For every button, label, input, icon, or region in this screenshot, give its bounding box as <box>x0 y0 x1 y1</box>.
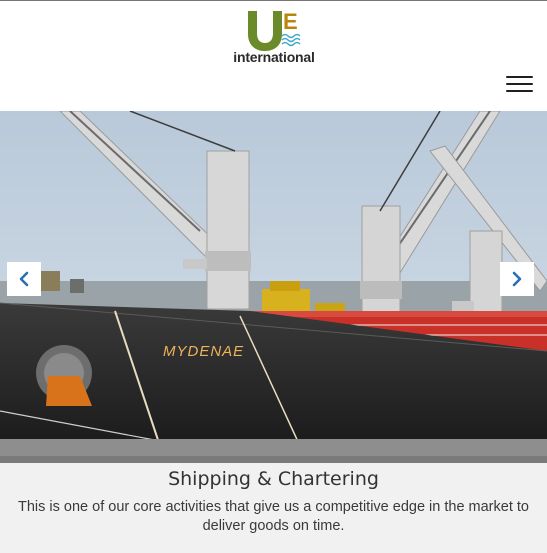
ue-logo-mark: E <box>248 9 301 51</box>
slider-prev-button[interactable] <box>7 262 41 296</box>
ship-name: MYDENAE <box>163 343 244 360</box>
hero-slider: MYDENAE <box>0 111 547 463</box>
page: E international MYDENAE Shipping & Chart… <box>0 0 547 553</box>
chevron-left-icon <box>19 271 29 287</box>
logo-e-letter: E <box>283 9 298 34</box>
hamburger-menu-button[interactable] <box>504 73 536 95</box>
slide-title: Shipping & Chartering <box>168 468 379 490</box>
hamburger-menu-icon <box>506 76 533 78</box>
slide-description: This is one of our core activities that … <box>18 499 529 534</box>
cargo-ship-image: MYDENAE <box>0 111 547 463</box>
slide-caption: Shipping & Chartering This is one of our… <box>0 463 547 553</box>
site-header: E international <box>0 1 547 111</box>
site-logo[interactable]: E international <box>232 9 316 67</box>
slider-next-button[interactable] <box>500 262 534 296</box>
chevron-right-icon <box>512 271 522 287</box>
logo-text: international <box>233 49 315 65</box>
